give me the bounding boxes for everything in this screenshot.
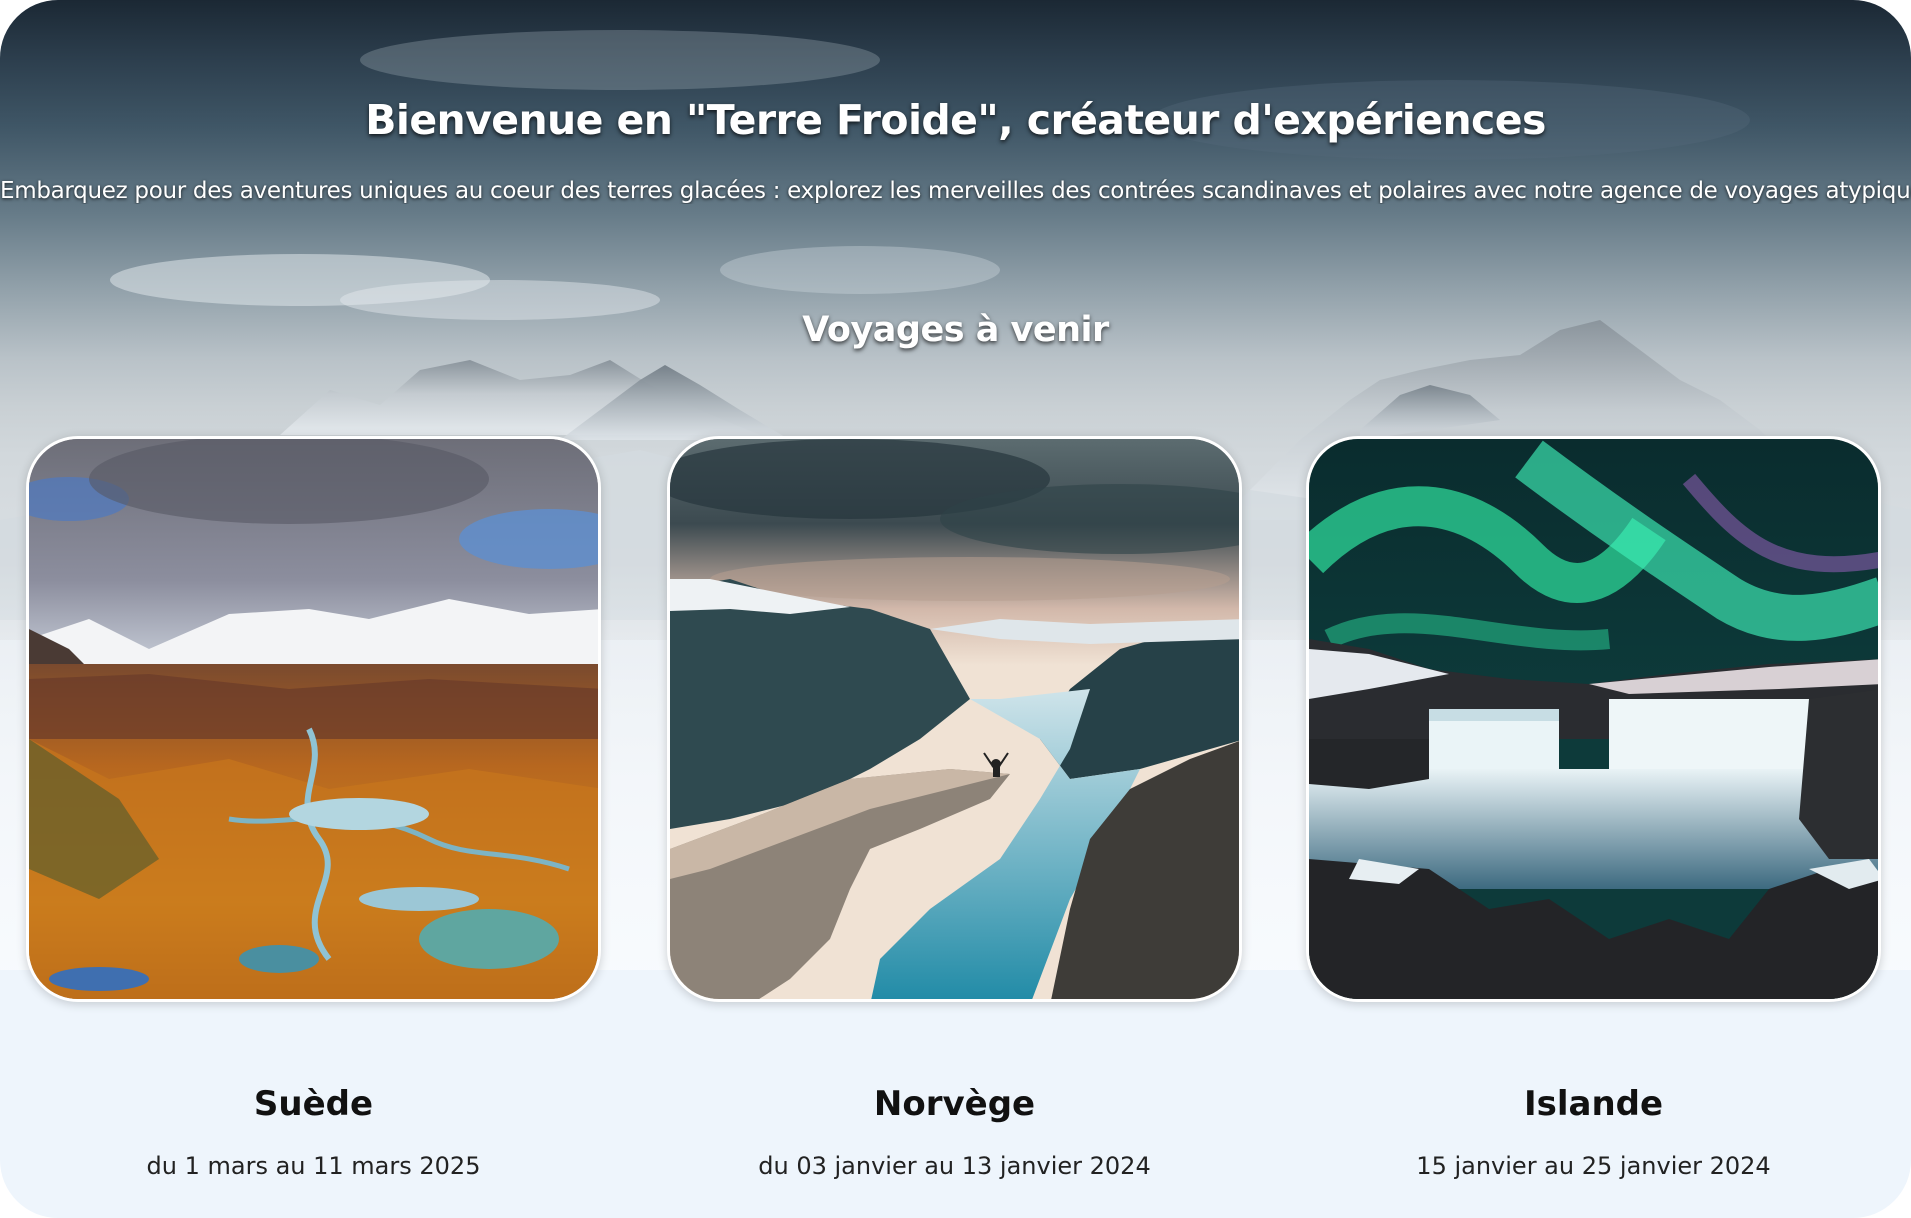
- page-subtitle: Embarquez pour des aventures uniques au …: [0, 178, 1911, 204]
- norway-fjord-photo-icon: [670, 439, 1239, 999]
- trip-card-iceland[interactable]: Islande 15 janvier au 25 janvier 2024: [1306, 436, 1881, 1180]
- trip-dates: du 03 janvier au 13 janvier 2024: [758, 1152, 1151, 1180]
- iceland-aurora-waterfall-photo-icon: [1309, 439, 1878, 999]
- section-title-upcoming-trips: Voyages à venir: [802, 310, 1109, 350]
- page: Bienvenue en "Terre Froide", créateur d'…: [0, 0, 1911, 1218]
- trip-card-norway[interactable]: Norvège du 03 janvier au 13 janvier 2024: [667, 436, 1242, 1180]
- trip-name: Suède: [253, 1084, 374, 1124]
- sweden-valley-photo-icon: [29, 439, 598, 999]
- trip-image-iceland[interactable]: [1306, 436, 1881, 1002]
- trip-card-sweden[interactable]: Suède du 1 mars au 11 mars 2025: [26, 436, 601, 1180]
- trip-name: Islande: [1523, 1084, 1664, 1124]
- page-title: Bienvenue en "Terre Froide", créateur d'…: [365, 96, 1546, 144]
- trip-image-sweden[interactable]: [26, 436, 601, 1002]
- trip-name: Norvège: [873, 1084, 1036, 1124]
- trip-image-norway[interactable]: [667, 436, 1242, 1002]
- trip-dates: 15 janvier au 25 janvier 2024: [1416, 1152, 1771, 1180]
- trip-dates: du 1 mars au 11 mars 2025: [146, 1152, 481, 1180]
